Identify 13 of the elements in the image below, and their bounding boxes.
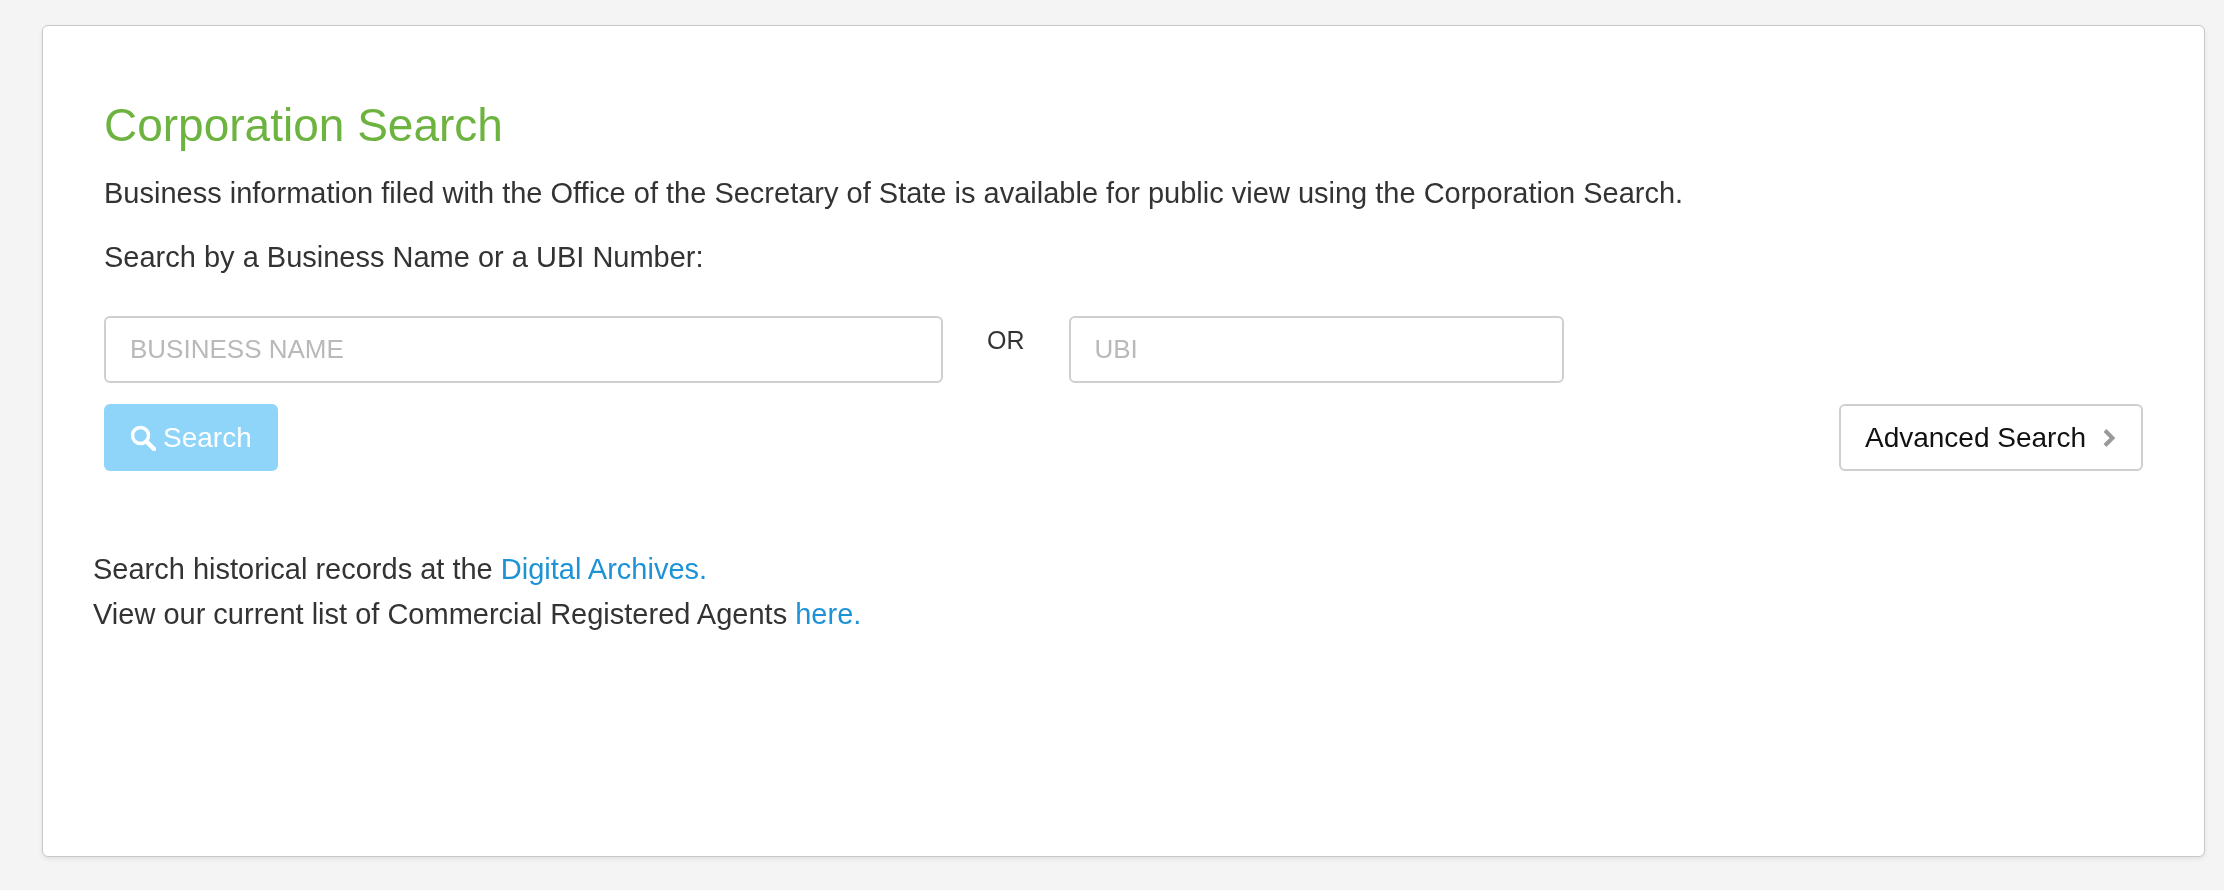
advanced-search-button[interactable]: Advanced Search [1838, 404, 2143, 471]
note-text: Search historical records at the Digital Archives. [93, 552, 708, 587]
inline-link[interactable]: Digital Archives. [500, 553, 708, 585]
page-title: Corporation Search [104, 98, 503, 153]
or-label: OR [987, 325, 1025, 355]
business-name-field[interactable]: BUSINESS NAME [104, 316, 943, 383]
search-icon [130, 424, 156, 451]
intro-text: Business information filed with the Office of the Secretary of State is available for public view using the Corporation Search. [104, 176, 1684, 211]
note-text: View our current list of Commercial Registered Agents here. [93, 597, 862, 632]
inline-link[interactable]: here. [795, 598, 862, 630]
chevron-right-icon [2102, 427, 2116, 448]
ubi-field[interactable]: UBI [1068, 316, 1564, 383]
prompt-text: Search by a Business Name or a UBI Number: [104, 240, 704, 275]
